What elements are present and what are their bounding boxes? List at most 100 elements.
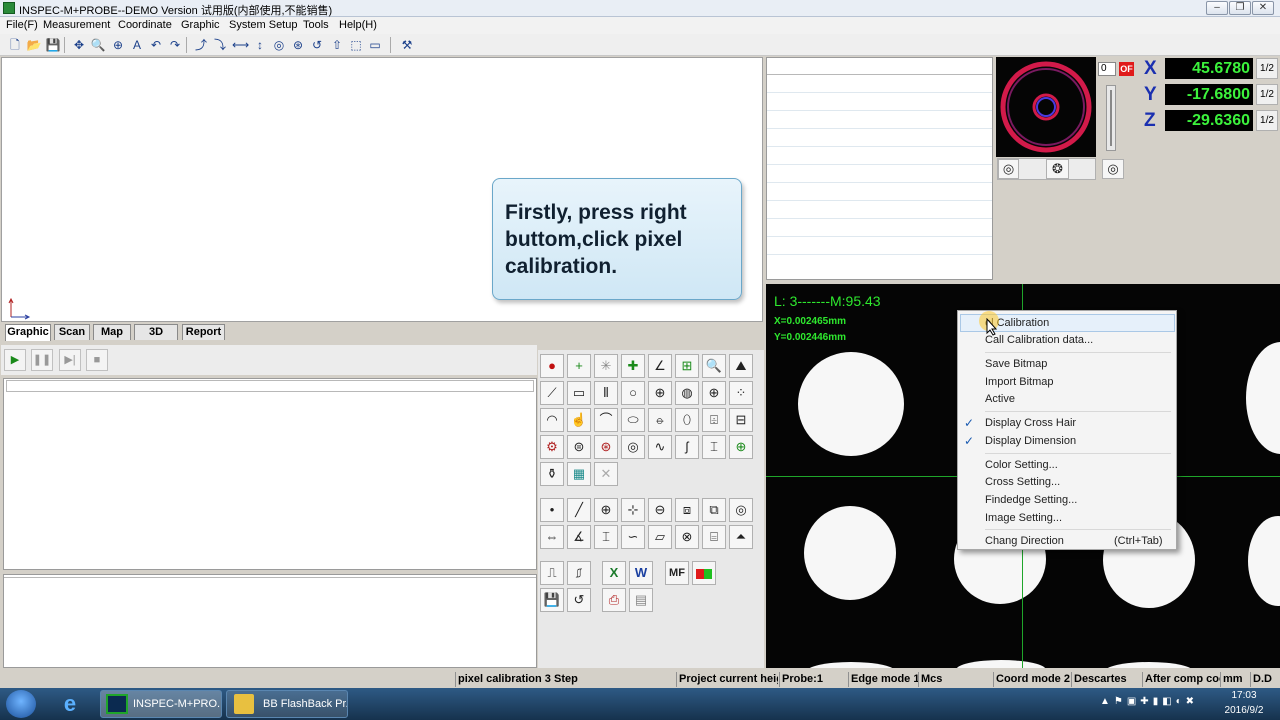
save-disk-icon[interactable]: 💾 xyxy=(540,588,564,612)
menu-tools[interactable]: Tools xyxy=(303,19,329,31)
light-ring-preview[interactable] xyxy=(996,57,1096,157)
construct-angle-icon[interactable]: ∡ xyxy=(567,525,591,549)
undo-icon[interactable]: ↶ xyxy=(148,37,164,53)
gear-target-icon[interactable]: ⊛ xyxy=(290,37,306,53)
curve-icon[interactable]: ʃ xyxy=(675,435,699,459)
refresh-icon[interactable]: ↺ xyxy=(567,588,591,612)
word-icon[interactable]: W xyxy=(629,561,653,585)
stamp-icon[interactable]: ⚱ xyxy=(540,462,564,486)
ring-icon[interactable]: ◎ xyxy=(621,435,645,459)
angle-icon[interactable]: ∠ xyxy=(648,354,672,378)
mf-button[interactable]: MF xyxy=(665,561,689,585)
construct-point-icon[interactable]: • xyxy=(540,498,564,522)
construct-slot-icon[interactable]: ⧉ xyxy=(702,498,726,522)
circle-plus-icon[interactable]: ⊕ xyxy=(729,435,753,459)
feature-list[interactable] xyxy=(766,57,993,280)
distance-icon[interactable]: ⇔ xyxy=(540,525,564,549)
construct-box-icon[interactable]: ⧈ xyxy=(675,498,699,522)
rect-line-icon[interactable]: ▭ xyxy=(567,381,591,405)
zoom-fit-icon[interactable]: ⊕ xyxy=(110,37,126,53)
redo-icon[interactable]: ↷ xyxy=(167,37,183,53)
box-measure-icon[interactable]: ⊞ xyxy=(675,354,699,378)
add-points-icon[interactable]: ✚ xyxy=(621,354,645,378)
menu-graphic[interactable]: Graphic xyxy=(181,19,220,31)
program-list[interactable] xyxy=(3,378,537,570)
ring-light-icon[interactable]: ❂ xyxy=(1046,159,1069,179)
arc-icon[interactable]: ↺ xyxy=(309,37,325,53)
circle-three-point-icon[interactable]: ◍ xyxy=(675,381,699,405)
magnify-icon[interactable]: 🔍 xyxy=(702,354,726,378)
tab-map[interactable]: Map xyxy=(93,324,131,340)
menu-help[interactable]: Help(H) xyxy=(339,19,377,31)
menu-display-cross-hair[interactable]: Display Cross Hair xyxy=(985,417,1076,429)
coaxial-light-icon[interactable]: ◎ xyxy=(998,159,1019,179)
browser-icon[interactable]: e xyxy=(56,691,84,717)
construct-circle-icon[interactable]: ⊕ xyxy=(594,498,618,522)
multi-point-icon[interactable]: ✳ xyxy=(594,354,618,378)
construct-arc-icon[interactable]: ⊹ xyxy=(621,498,645,522)
tab-graphic[interactable]: Graphic xyxy=(5,324,51,341)
sphere-icon[interactable]: ⊗ xyxy=(675,525,699,549)
menu-call-calibration[interactable]: Call Calibration data... xyxy=(985,334,1093,346)
z-resolution[interactable]: 1/2 xyxy=(1256,110,1278,131)
pause-button[interactable]: ❚❚ xyxy=(31,349,53,371)
new-file-icon[interactable]: 🗋 xyxy=(7,37,23,53)
up-arrow-icon[interactable]: ⇧ xyxy=(329,37,345,53)
height-icon[interactable]: ↕ xyxy=(252,37,268,53)
save-icon[interactable]: 💾 xyxy=(45,37,61,53)
text-icon[interactable]: A xyxy=(129,37,145,53)
clock-date[interactable]: 2016/9/2 xyxy=(1214,705,1274,716)
slot-rounded-icon[interactable]: ⊜ xyxy=(567,435,591,459)
tools-icon[interactable]: ⚒ xyxy=(399,37,415,53)
play-button[interactable]: ▶ xyxy=(4,349,26,371)
tray-icons[interactable]: ▲⚑▣✚▮◧◐✖ xyxy=(1100,696,1210,712)
construct-line-icon[interactable]: ╱ xyxy=(567,498,591,522)
circle-target-icon[interactable]: ◎ xyxy=(271,37,287,53)
minimize-button[interactable]: – xyxy=(1206,1,1228,15)
stop-button[interactable]: ■ xyxy=(86,349,108,371)
cone-icon[interactable]: ⏶ xyxy=(729,525,753,549)
step-button[interactable]: ▶| xyxy=(59,349,81,371)
bottom-light-icon[interactable]: ◎ xyxy=(1102,159,1124,179)
rect-box-icon[interactable]: ⌹ xyxy=(702,408,726,432)
ellipse-icon[interactable]: ⬭ xyxy=(621,408,645,432)
print-icon[interactable]: ⎙ xyxy=(602,588,626,612)
menu-measurement[interactable]: Measurement xyxy=(43,19,110,31)
tab-scan[interactable]: Scan xyxy=(54,324,90,340)
multi-circle-icon[interactable]: ⁘ xyxy=(729,381,753,405)
menu-cross-setting[interactable]: Cross Setting... xyxy=(985,476,1060,488)
delete-icon[interactable]: ✕ xyxy=(594,462,618,486)
menu-chang-direction[interactable]: Chang Direction xyxy=(985,535,1064,547)
move-icon[interactable]: ✥ xyxy=(71,37,87,53)
menu-system-setup[interactable]: System Setup xyxy=(229,19,297,31)
close-button[interactable]: ✕ xyxy=(1252,1,1274,15)
construct-height-icon[interactable]: ⌶ xyxy=(594,525,618,549)
menu-color-setting[interactable]: Color Setting... xyxy=(985,459,1058,471)
report-is-icon[interactable]: ⎎ xyxy=(567,561,591,585)
ellipse-center-icon[interactable]: ⦵ xyxy=(648,408,672,432)
circle-center-icon[interactable]: ⊕ xyxy=(648,381,672,405)
flip-icon[interactable]: ⤵ xyxy=(212,37,228,53)
construct-ellipse-icon[interactable]: ⊖ xyxy=(648,498,672,522)
construct-ring-icon[interactable]: ◎ xyxy=(729,498,753,522)
plane-icon[interactable]: ▱ xyxy=(648,525,672,549)
circle-cross-icon[interactable]: ⊕ xyxy=(702,381,726,405)
circle-icon[interactable]: ○ xyxy=(621,381,645,405)
calculator-icon[interactable]: ▦ xyxy=(567,462,591,486)
color-icon[interactable] xyxy=(692,561,716,585)
y-resolution[interactable]: 1/2 xyxy=(1256,84,1278,105)
rotate-axis-icon[interactable]: ⤴ xyxy=(193,37,209,53)
zoom-icon[interactable]: 🔍 xyxy=(90,37,106,53)
ellipse-icon-2[interactable]: ⬯ xyxy=(675,408,699,432)
menu-save-bitmap[interactable]: Save Bitmap xyxy=(985,358,1047,370)
cylinder-icon[interactable]: ⌸ xyxy=(702,525,726,549)
menu-import-bitmap[interactable]: Import Bitmap xyxy=(985,376,1053,388)
parallel-lines-icon[interactable]: ⫴ xyxy=(594,381,618,405)
hand-arc-icon[interactable]: ☝ xyxy=(567,408,591,432)
document-icon[interactable]: ▤ xyxy=(629,588,653,612)
light-spin-value[interactable]: 0 xyxy=(1098,62,1116,76)
gear-circle-icon[interactable]: ⊛ xyxy=(594,435,618,459)
image-icon[interactable]: ⛰ xyxy=(729,354,753,378)
gear-icon[interactable]: ⚙ xyxy=(540,435,564,459)
result-list[interactable] xyxy=(3,574,537,668)
